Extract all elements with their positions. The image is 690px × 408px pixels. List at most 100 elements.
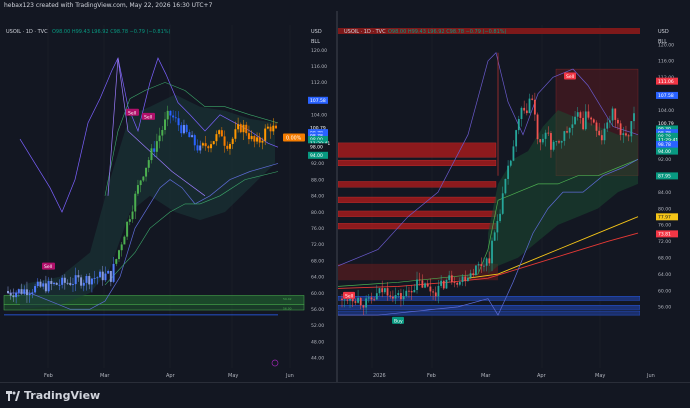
right-candle-body xyxy=(525,110,528,114)
left-candle-body xyxy=(269,126,272,132)
right-candle-body xyxy=(475,265,477,275)
right-candle-body xyxy=(582,117,585,130)
right-candle-body xyxy=(424,283,426,288)
left-candle-body xyxy=(39,281,42,287)
left-candle-body xyxy=(264,128,267,141)
right-candle-body xyxy=(568,127,571,133)
left-candle-body xyxy=(234,129,237,139)
left-candle-body xyxy=(42,283,45,287)
left-candle-body xyxy=(74,275,77,285)
right-candle-body xyxy=(622,133,625,135)
left-symbol-label: USOIL · 1D · TVC xyxy=(6,29,48,35)
right-candle-body xyxy=(480,264,483,266)
left-candle-body xyxy=(258,137,261,143)
right-time-label: 2026 xyxy=(373,373,386,379)
left-candle-body xyxy=(172,115,175,118)
left-candle-body xyxy=(134,193,137,212)
right-candle-body xyxy=(606,122,609,129)
chart-attribution: hebax123 created with TradingView.com, M… xyxy=(0,0,690,11)
left-candle-body xyxy=(250,136,253,140)
right-signal-label: Buy xyxy=(394,318,403,324)
right-resistance-zone xyxy=(338,210,497,217)
right-candle-body xyxy=(375,293,378,300)
right-candle-body xyxy=(434,292,437,297)
left-candle-body xyxy=(142,176,145,181)
right-candle-body xyxy=(560,140,563,143)
left-percent-badge-text: 0.00% xyxy=(286,135,302,141)
right-candle-body xyxy=(469,273,472,278)
right-candle-body xyxy=(421,280,424,288)
left-time-label: Mar xyxy=(100,373,110,379)
left-candle-body xyxy=(12,295,15,298)
right-time-label: May xyxy=(595,373,605,379)
left-candle-body xyxy=(112,263,115,282)
left-candle-body xyxy=(153,148,156,152)
right-candle-body xyxy=(539,139,542,143)
left-candle-body xyxy=(191,135,194,138)
left-sell-signal-label: Sell xyxy=(44,264,52,270)
right-candle-body xyxy=(515,130,518,147)
left-candle-body xyxy=(237,124,240,130)
left-candle-body xyxy=(69,282,72,286)
left-price-tick: 56.00 xyxy=(311,307,324,313)
left-candle-body xyxy=(139,180,142,186)
left-candle-body xyxy=(99,271,102,278)
right-candle-body xyxy=(373,299,376,301)
left-candle-body xyxy=(31,292,34,294)
right-price-badge-text: 94.00 xyxy=(658,149,671,155)
right-chart-panel[interactable]: Sell Sell Buy USOIL · 1D · TVC O98.00 H99.43… xyxy=(338,11,690,382)
left-candle-body xyxy=(239,124,242,133)
right-candle-body xyxy=(362,305,365,308)
right-candle-body xyxy=(592,119,595,123)
right-candle-body xyxy=(544,132,547,139)
right-price-tick: 72.00 xyxy=(658,239,671,245)
left-price-tick: 68.00 xyxy=(311,258,324,264)
right-candle-body xyxy=(432,291,434,293)
right-candle-body xyxy=(477,264,480,266)
left-candle-body xyxy=(50,281,53,284)
right-candle-body xyxy=(491,240,493,264)
left-candle-body xyxy=(131,211,134,220)
right-candle-body xyxy=(517,118,520,131)
right-candle-body xyxy=(397,293,400,296)
left-candle-body xyxy=(253,136,256,142)
left-candle-body xyxy=(96,277,99,279)
right-candle-body xyxy=(483,265,485,267)
right-candle-body xyxy=(501,193,504,214)
right-candle-body xyxy=(523,107,526,111)
right-candle-body xyxy=(563,131,566,141)
left-candle-body xyxy=(161,129,164,136)
left-chart-panel[interactable]: 59.42 56.00 Sell Sell Sell USOIL · 1D · TVC O9… xyxy=(0,11,336,382)
right-candle-body xyxy=(619,123,622,135)
right-candle-body xyxy=(429,286,432,292)
right-candle-body xyxy=(627,135,630,137)
right-chart-canvas[interactable]: Sell Sell Buy USOIL · 1D · TVC O98.00 H99.43… xyxy=(338,11,690,382)
right-resistance-zone xyxy=(338,181,497,188)
right-candle-body xyxy=(440,280,443,286)
right-candle-body xyxy=(608,120,611,123)
left-candle-body xyxy=(136,185,139,194)
left-chart-canvas[interactable]: 59.42 56.00 Sell Sell Sell USOIL · 1D · TVC O9… xyxy=(0,11,336,382)
right-price-axis[interactable] xyxy=(640,11,690,382)
right-candle-body xyxy=(555,141,558,142)
right-candle-body xyxy=(467,277,469,282)
right-price-tick: 80.00 xyxy=(658,206,671,212)
footer-bar: TradingView xyxy=(0,382,690,408)
left-candle-body xyxy=(174,117,177,119)
tradingview-logo-icon xyxy=(6,390,20,401)
right-candle-body xyxy=(600,135,603,141)
left-candle-body xyxy=(117,250,120,260)
right-candle-body xyxy=(533,99,536,115)
left-price-tick: 80.00 xyxy=(311,210,324,216)
left-candle-body xyxy=(126,221,129,237)
right-signal-label: Sell xyxy=(566,74,574,80)
left-candle-body xyxy=(220,130,223,137)
left-candle-body xyxy=(7,290,9,294)
left-candle-body xyxy=(256,137,259,142)
tradingview-logo[interactable]: TradingView xyxy=(6,389,100,402)
left-candle-body xyxy=(80,277,83,286)
left-candle-body xyxy=(82,282,85,286)
left-price-tick: 120.00 xyxy=(311,48,327,54)
left-candle-body xyxy=(242,124,245,133)
left-price-tick: 60.00 xyxy=(311,291,324,297)
